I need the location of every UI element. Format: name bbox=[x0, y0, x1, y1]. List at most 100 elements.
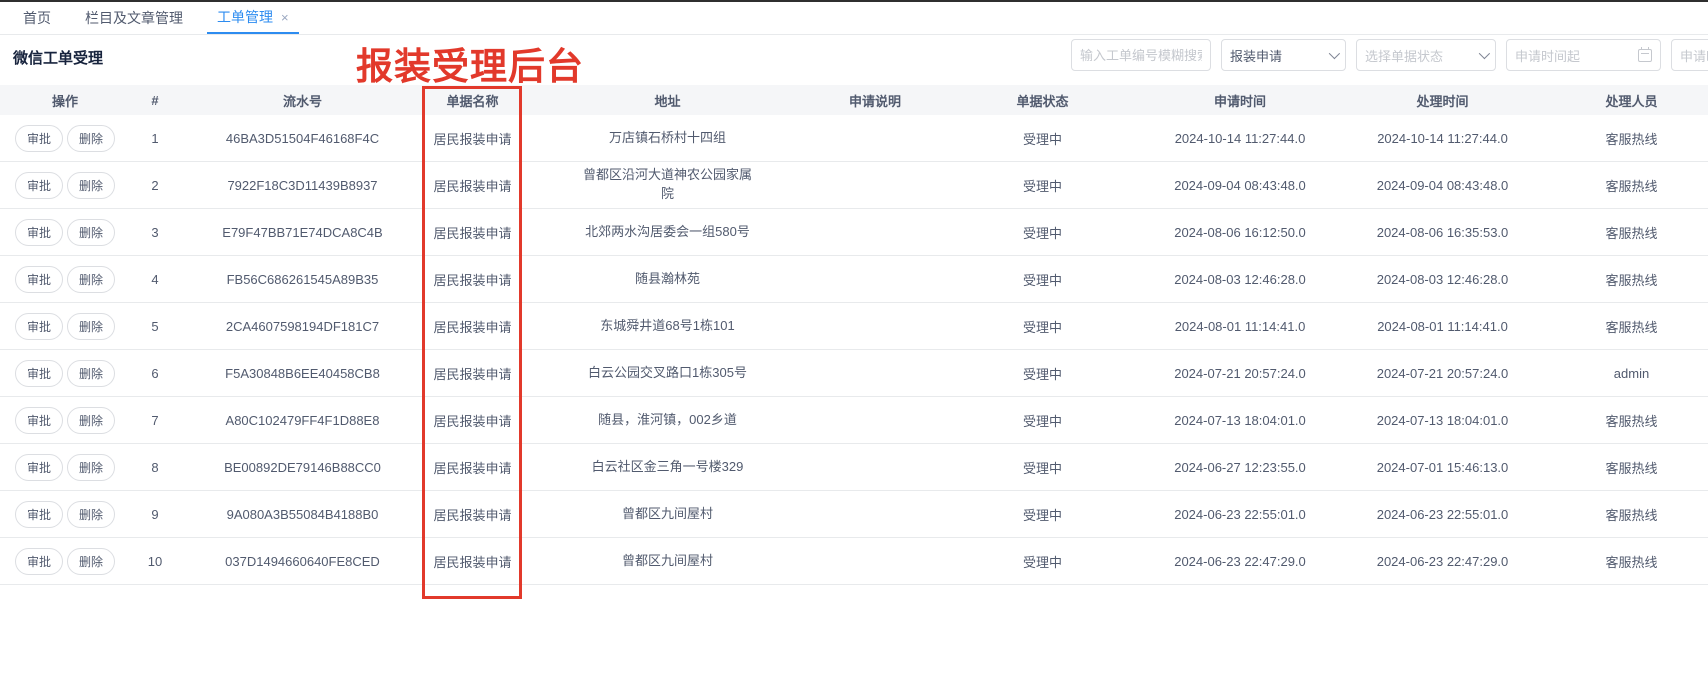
approve-button[interactable]: 审批 bbox=[15, 172, 63, 199]
process-time: 2024-07-13 18:04:01.0 bbox=[1330, 409, 1555, 432]
apply-description bbox=[815, 416, 935, 424]
serial-number: BE00892DE79146B88CC0 bbox=[180, 456, 425, 479]
table-row: 审批 删除 4 FB56C686261545A89B35 居民报装申请 随县瀚林… bbox=[0, 256, 1708, 303]
apply-time: 2024-08-01 11:14:41.0 bbox=[1150, 315, 1330, 338]
tab-label: 工单管理 bbox=[217, 7, 273, 27]
serial-number: F5A30848B6EE40458CB8 bbox=[180, 362, 425, 385]
serial-number: 9A080A3B55084B4188B0 bbox=[180, 503, 425, 526]
apply-description bbox=[815, 369, 935, 377]
delete-button[interactable]: 删除 bbox=[67, 454, 115, 481]
approve-button[interactable]: 审批 bbox=[15, 548, 63, 575]
handler: 客服热线 bbox=[1555, 548, 1708, 575]
doc-name: 居民报装申请 bbox=[425, 313, 520, 340]
process-time: 2024-09-04 08:43:48.0 bbox=[1330, 174, 1555, 197]
doc-name: 居民报装申请 bbox=[425, 501, 520, 528]
col-header-status: 单据状态 bbox=[935, 87, 1150, 114]
actions-cell: 审批 删除 bbox=[0, 403, 130, 438]
approve-button[interactable]: 审批 bbox=[15, 125, 63, 152]
approve-button[interactable]: 审批 bbox=[15, 266, 63, 293]
apply-description bbox=[815, 463, 935, 471]
table-header-row: 操作 # 流水号 单据名称 地址 申请说明 单据状态 申请时间 处理时间 处理人… bbox=[0, 85, 1708, 115]
apply-time: 2024-07-13 18:04:01.0 bbox=[1150, 409, 1330, 432]
row-index: 6 bbox=[130, 362, 180, 385]
tab-label: 首页 bbox=[23, 8, 51, 28]
apply-time: 2024-08-03 12:46:28.0 bbox=[1150, 268, 1330, 291]
doc-name: 居民报装申请 bbox=[425, 407, 520, 434]
table-row: 审批 删除 2 7922F18C3D11439B8937 居民报装申请 曾都区沿… bbox=[0, 162, 1708, 209]
order-number-search-input[interactable] bbox=[1071, 39, 1211, 71]
row-index: 4 bbox=[130, 268, 180, 291]
chevron-down-icon bbox=[1479, 48, 1490, 59]
col-header-doc-name: 单据名称 bbox=[425, 87, 520, 114]
app-window: 首页 栏目及文章管理 工单管理 × 微信工单受理 报装申请 选择单据状态 申请时… bbox=[0, 0, 1708, 688]
serial-number: E79F47BB71E74DCA8C4B bbox=[180, 221, 425, 244]
apply-time: 2024-06-23 22:55:01.0 bbox=[1150, 503, 1330, 526]
apply-time-end-input[interactable]: 申请时间止 bbox=[1671, 39, 1708, 71]
doc-status: 受理中 bbox=[935, 407, 1150, 434]
address: 白云社区金三角一号楼329 bbox=[520, 454, 815, 481]
delete-button[interactable]: 删除 bbox=[67, 125, 115, 152]
close-tab-icon[interactable]: × bbox=[281, 11, 289, 24]
handler: 客服热线 bbox=[1555, 219, 1708, 246]
approve-button[interactable]: 审批 bbox=[15, 407, 63, 434]
process-time: 2024-06-23 22:55:01.0 bbox=[1330, 503, 1555, 526]
address: 曾都区九间屋村 bbox=[520, 548, 815, 575]
doc-name: 居民报装申请 bbox=[425, 548, 520, 575]
actions-cell: 审批 删除 bbox=[0, 262, 130, 297]
doc-name: 居民报装申请 bbox=[425, 266, 520, 293]
delete-button[interactable]: 删除 bbox=[67, 360, 115, 387]
chevron-down-icon bbox=[1329, 48, 1340, 59]
address: 曾都区九间屋村 bbox=[520, 501, 815, 528]
address: 随县，淮河镇，002乡道 bbox=[520, 407, 815, 434]
calendar-icon bbox=[1638, 49, 1652, 62]
handler: 客服热线 bbox=[1555, 125, 1708, 152]
filter-bar: 报装申请 选择单据状态 申请时间起 申请时间止 bbox=[1071, 39, 1708, 71]
work-order-table: 操作 # 流水号 单据名称 地址 申请说明 单据状态 申请时间 处理时间 处理人… bbox=[0, 85, 1708, 585]
process-time: 2024-10-14 11:27:44.0 bbox=[1330, 127, 1555, 150]
order-type-select[interactable]: 报装申请 bbox=[1221, 39, 1346, 71]
delete-button[interactable]: 删除 bbox=[67, 548, 115, 575]
apply-description bbox=[815, 510, 935, 518]
apply-time-end-placeholder: 申请时间止 bbox=[1680, 46, 1708, 65]
tab-column-article-management[interactable]: 栏目及文章管理 bbox=[75, 2, 193, 34]
handler: admin bbox=[1555, 362, 1708, 385]
delete-button[interactable]: 删除 bbox=[67, 219, 115, 246]
row-index: 2 bbox=[130, 174, 180, 197]
address: 北郊两水沟居委会一组580号 bbox=[520, 219, 815, 246]
approve-button[interactable]: 审批 bbox=[15, 313, 63, 340]
handler: 客服热线 bbox=[1555, 313, 1708, 340]
col-header-description: 申请说明 bbox=[815, 87, 935, 114]
doc-status: 受理中 bbox=[935, 548, 1150, 575]
tab-home[interactable]: 首页 bbox=[13, 2, 61, 34]
table-row: 审批 删除 9 9A080A3B55084B4188B0 居民报装申请 曾都区九… bbox=[0, 491, 1708, 538]
actions-cell: 审批 删除 bbox=[0, 215, 130, 250]
approve-button[interactable]: 审批 bbox=[15, 454, 63, 481]
approve-button[interactable]: 审批 bbox=[15, 219, 63, 246]
table-row: 审批 删除 7 A80C102479FF4F1D88E8 居民报装申请 随县，淮… bbox=[0, 397, 1708, 444]
tab-work-order-management[interactable]: 工单管理 × bbox=[207, 2, 299, 34]
apply-time: 2024-08-06 16:12:50.0 bbox=[1150, 221, 1330, 244]
col-header-process-time: 处理时间 bbox=[1330, 87, 1555, 114]
handler: 客服热线 bbox=[1555, 407, 1708, 434]
delete-button[interactable]: 删除 bbox=[67, 172, 115, 199]
actions-cell: 审批 删除 bbox=[0, 356, 130, 391]
address: 万店镇石桥村十四组 bbox=[520, 125, 815, 152]
doc-status: 受理中 bbox=[935, 172, 1150, 199]
serial-number: 2CA4607598194DF181C7 bbox=[180, 315, 425, 338]
doc-status: 受理中 bbox=[935, 125, 1150, 152]
row-index: 7 bbox=[130, 409, 180, 432]
delete-button[interactable]: 删除 bbox=[67, 313, 115, 340]
delete-button[interactable]: 删除 bbox=[67, 266, 115, 293]
doc-status: 受理中 bbox=[935, 313, 1150, 340]
delete-button[interactable]: 删除 bbox=[67, 407, 115, 434]
order-status-select[interactable]: 选择单据状态 bbox=[1356, 39, 1496, 71]
doc-name: 居民报装申请 bbox=[425, 172, 520, 199]
delete-button[interactable]: 删除 bbox=[67, 501, 115, 528]
apply-description bbox=[815, 134, 935, 142]
table-body: 审批 删除 1 46BA3D51504F46168F4C 居民报装申请 万店镇石… bbox=[0, 115, 1708, 585]
apply-time-start-input[interactable]: 申请时间起 bbox=[1506, 39, 1661, 71]
approve-button[interactable]: 审批 bbox=[15, 501, 63, 528]
approve-button[interactable]: 审批 bbox=[15, 360, 63, 387]
col-header-actions: 操作 bbox=[0, 87, 130, 114]
tab-label: 栏目及文章管理 bbox=[85, 8, 183, 28]
